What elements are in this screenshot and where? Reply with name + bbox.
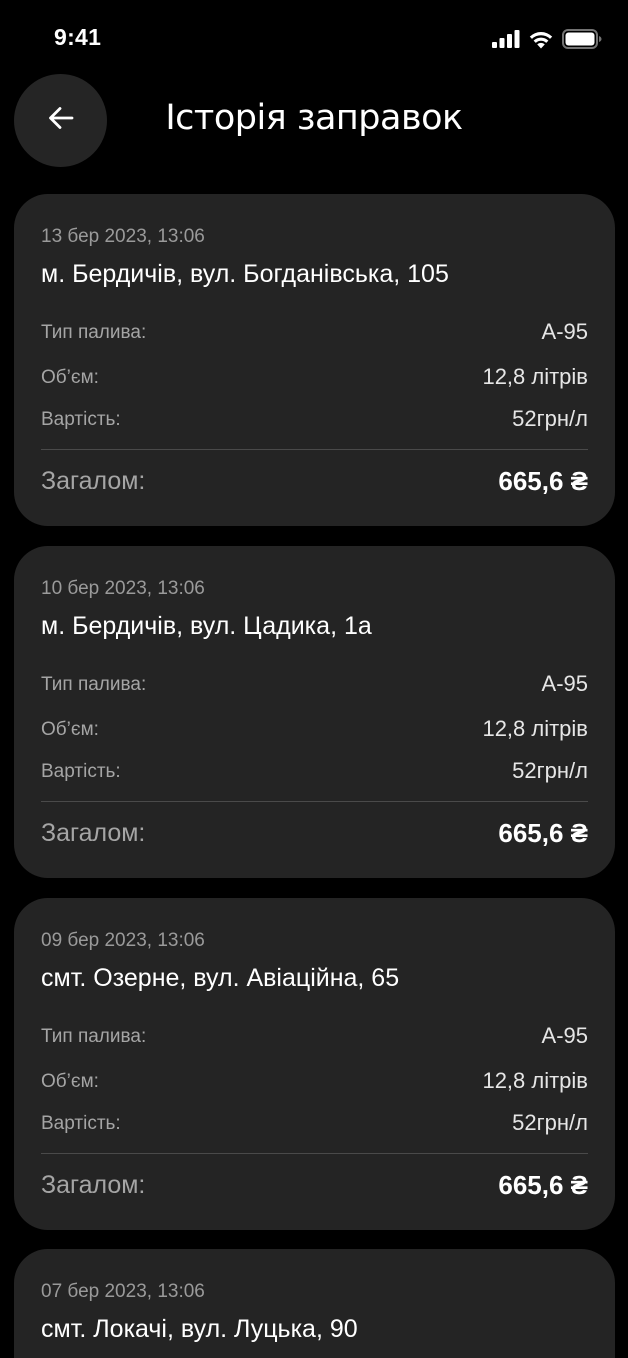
fuel-type-value: А-95 <box>541 671 588 696</box>
volume-label: Об’єм: <box>41 1071 99 1092</box>
price-label: Вартість: <box>41 409 121 430</box>
divider <box>41 449 588 450</box>
total-label: Загалом: <box>41 467 146 495</box>
volume-label: Об’єм: <box>41 719 99 740</box>
station-address: смт. Локачі, вул. Луцька, 90 <box>41 1315 358 1343</box>
divider <box>41 1153 588 1154</box>
page-title: Історія заправок <box>165 98 463 138</box>
total-value: 665,6 ₴ <box>498 1170 588 1200</box>
fuel-type-label: Тип палива: <box>41 674 147 695</box>
fuel-type-row: Тип палива: А-95 <box>41 671 588 699</box>
price-row: Вартість: 52грн/л <box>41 758 588 786</box>
price-row: Вартість: 52грн/л <box>41 1110 588 1138</box>
volume-value: 12,8 літрів <box>482 1068 588 1093</box>
price-label: Вартість: <box>41 761 121 782</box>
station-address: смт. Озерне, вул. Авіаційна, 65 <box>41 964 400 992</box>
cellular-signal-icon <box>492 30 520 48</box>
price-label: Вартість: <box>41 1113 121 1134</box>
price-value: 52грн/л <box>512 758 588 783</box>
total-value: 665,6 ₴ <box>498 466 588 496</box>
volume-row: Об’єм: 12,8 літрів <box>41 364 588 392</box>
station-address: м. Бердичів, вул. Богданівська, 105 <box>41 260 449 288</box>
battery-icon <box>562 29 602 49</box>
divider <box>41 801 588 802</box>
refuel-card[interactable]: 09 бер 2023, 13:06 смт. Озерне, вул. Аві… <box>14 898 615 1230</box>
fuel-type-label: Тип палива: <box>41 1026 147 1047</box>
refuel-card[interactable]: 10 бер 2023, 13:06 м. Бердичів, вул. Цад… <box>14 546 615 878</box>
volume-value: 12,8 літрів <box>482 364 588 389</box>
price-value: 52грн/л <box>512 406 588 431</box>
header: Історія заправок <box>0 74 628 168</box>
wifi-icon <box>528 30 554 49</box>
status-time: 9:41 <box>54 24 102 50</box>
total-label: Загалом: <box>41 1171 146 1199</box>
refuel-card[interactable]: 07 бер 2023, 13:06 смт. Локачі, вул. Луц… <box>14 1249 615 1358</box>
total-value: 665,6 ₴ <box>498 818 588 848</box>
refuel-date: 10 бер 2023, 13:06 <box>41 578 205 599</box>
price-row: Вартість: 52грн/л <box>41 406 588 434</box>
fuel-type-value: А-95 <box>541 1023 588 1048</box>
status-bar: 9:41 <box>0 0 628 78</box>
refuel-date: 09 бер 2023, 13:06 <box>41 930 205 951</box>
volume-row: Об’єм: 12,8 літрів <box>41 716 588 744</box>
refuel-date: 13 бер 2023, 13:06 <box>41 226 205 247</box>
total-label: Загалом: <box>41 819 146 847</box>
fuel-type-label: Тип палива: <box>41 322 147 343</box>
volume-value: 12,8 літрів <box>482 716 588 741</box>
status-icons <box>492 28 602 50</box>
fuel-type-row: Тип палива: А-95 <box>41 319 588 347</box>
refuel-card[interactable]: 13 бер 2023, 13:06 м. Бердичів, вул. Бог… <box>14 194 615 526</box>
refuel-date: 07 бер 2023, 13:06 <box>41 1281 205 1302</box>
station-address: м. Бердичів, вул. Цадика, 1а <box>41 612 372 640</box>
volume-label: Об’єм: <box>41 367 99 388</box>
fuel-type-value: А-95 <box>541 319 588 344</box>
price-value: 52грн/л <box>512 1110 588 1135</box>
fuel-type-row: Тип палива: А-95 <box>41 1023 588 1051</box>
volume-row: Об’єм: 12,8 літрів <box>41 1068 588 1096</box>
